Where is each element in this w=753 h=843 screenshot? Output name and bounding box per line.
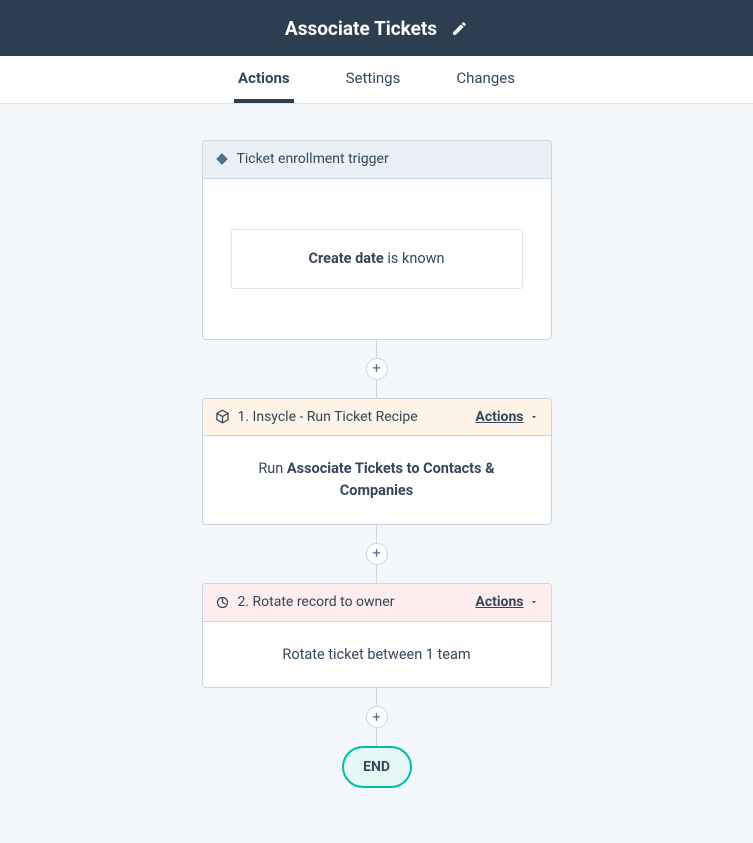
step-1-body-bold: Associate Tickets to Contacts & Companie… [287, 460, 495, 499]
add-step-button[interactable]: + [366, 358, 388, 380]
connector-line [376, 340, 377, 358]
trigger-header-label: Ticket enrollment trigger [237, 151, 539, 168]
trigger-card[interactable]: Ticket enrollment trigger Create date is… [202, 140, 552, 340]
end-badge: END [342, 746, 412, 788]
step-2-card[interactable]: 2. Rotate record to owner Actions Rotate… [202, 583, 552, 689]
page-title: Associate Tickets [285, 17, 437, 40]
step-1-body-prefix: Run [258, 460, 287, 477]
connector-1: + [366, 340, 388, 398]
trigger-chip-rest: is known [384, 250, 445, 267]
chevron-down-icon [529, 412, 539, 422]
trigger-card-body: Create date is known [203, 179, 551, 339]
connector-line [376, 565, 377, 583]
step-1-actions-menu[interactable]: Actions [475, 409, 538, 425]
step-2-header: 2. Rotate record to owner Actions [203, 584, 551, 622]
workflow-canvas: Ticket enrollment trigger Create date is… [0, 104, 753, 843]
tab-changes[interactable]: Changes [452, 56, 519, 103]
connector-2: + [366, 525, 388, 583]
connector-line [376, 728, 377, 746]
step-1-header-label: 1. Insycle - Run Ticket Recipe [238, 409, 468, 426]
step-2-body-text: Rotate ticket between 1 team [282, 646, 470, 663]
end-label: END [363, 759, 390, 775]
step-2-header-label: 2. Rotate record to owner [238, 594, 468, 611]
add-step-button[interactable]: + [366, 706, 388, 728]
tab-bar: Actions Settings Changes [0, 56, 753, 104]
connector-line [376, 688, 377, 706]
step-1-actions-label: Actions [475, 409, 523, 425]
step-1-header: 1. Insycle - Run Ticket Recipe Actions [203, 399, 551, 437]
page-header: Associate Tickets [0, 0, 753, 56]
trigger-filter-chip[interactable]: Create date is known [231, 229, 523, 289]
step-2-actions-label: Actions [475, 594, 523, 610]
tab-settings[interactable]: Settings [342, 56, 405, 103]
connector-line [376, 380, 377, 398]
rotate-icon [215, 595, 230, 610]
cube-icon [215, 409, 230, 424]
trigger-chip-bold: Create date [309, 250, 384, 267]
trigger-card-header: Ticket enrollment trigger [203, 141, 551, 179]
step-1-body: Run Associate Tickets to Contacts & Comp… [203, 436, 551, 524]
diamond-icon [215, 152, 229, 166]
connector-3: + [366, 688, 388, 746]
step-2-actions-menu[interactable]: Actions [475, 594, 538, 610]
chevron-down-icon [529, 597, 539, 607]
edit-icon[interactable] [451, 20, 468, 37]
add-step-button[interactable]: + [366, 543, 388, 565]
tab-actions[interactable]: Actions [234, 56, 294, 103]
step-1-card[interactable]: 1. Insycle - Run Ticket Recipe Actions R… [202, 398, 552, 525]
step-2-body: Rotate ticket between 1 team [203, 622, 551, 688]
connector-line [376, 525, 377, 543]
